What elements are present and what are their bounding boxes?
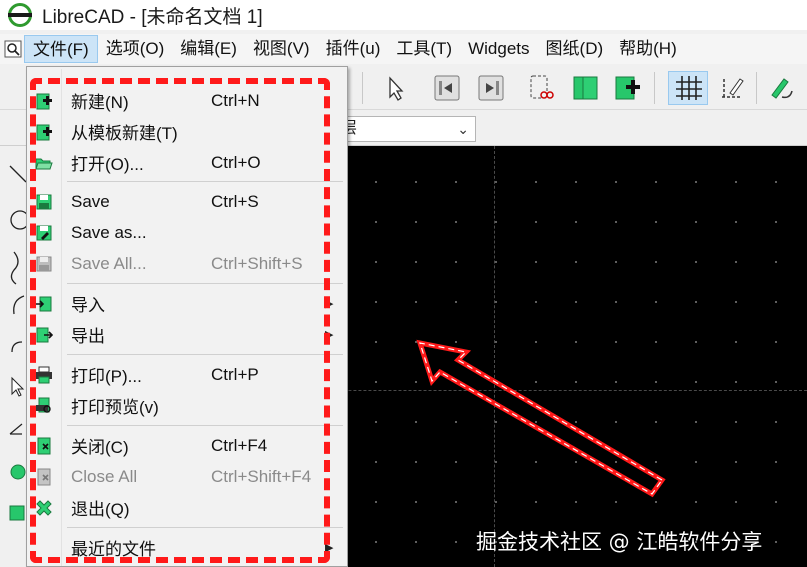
menu-drawings[interactable]: 图纸(D) (538, 35, 612, 63)
menu-tools[interactable]: 工具(T) (388, 35, 460, 63)
copy-icon[interactable] (570, 73, 600, 103)
undo-icon[interactable] (432, 73, 462, 103)
redo-icon[interactable] (476, 73, 506, 103)
menu-bar: 文件(F) 选项(O) 编辑(E) 视图(V) 插件(u) 工具(T) Widg… (0, 34, 807, 64)
canvas-axis-vertical (494, 146, 495, 567)
grid-toggle-icon[interactable] (668, 71, 708, 105)
annotation-highlight-frame (30, 78, 330, 563)
menu-options[interactable]: 选项(O) (98, 35, 173, 63)
menu-widgets[interactable]: Widgets (460, 35, 537, 63)
paste-icon[interactable] (612, 73, 642, 103)
window-title: LibreCAD - [未命名文档 1] (42, 6, 263, 28)
select-pointer-icon[interactable] (380, 73, 410, 103)
zoom-corner-icon[interactable] (4, 40, 22, 58)
librecad-logo-icon (8, 3, 32, 27)
cut-icon[interactable] (526, 73, 556, 103)
layer-select[interactable]: 层 ⌄ (330, 116, 476, 142)
toolbar-separator (654, 72, 655, 104)
left-tool-strip (0, 146, 30, 567)
menu-plugins[interactable]: 插件(u) (318, 35, 389, 63)
pen-tool-icon[interactable] (766, 73, 796, 103)
toolbar-separator (756, 72, 757, 104)
title-bar: LibreCAD - [未命名文档 1] (0, 0, 807, 30)
menu-help[interactable]: 帮助(H) (611, 35, 685, 63)
draft-mode-icon[interactable] (716, 73, 746, 103)
menu-view[interactable]: 视图(V) (245, 35, 318, 63)
menu-edit[interactable]: 编辑(E) (172, 35, 245, 63)
toolbar-separator (362, 72, 363, 104)
chevron-down-icon: ⌄ (457, 121, 469, 137)
menu-file[interactable]: 文件(F) (24, 35, 98, 63)
watermark-text: 掘金技术社区 @ 江皓软件分享 (476, 530, 763, 554)
